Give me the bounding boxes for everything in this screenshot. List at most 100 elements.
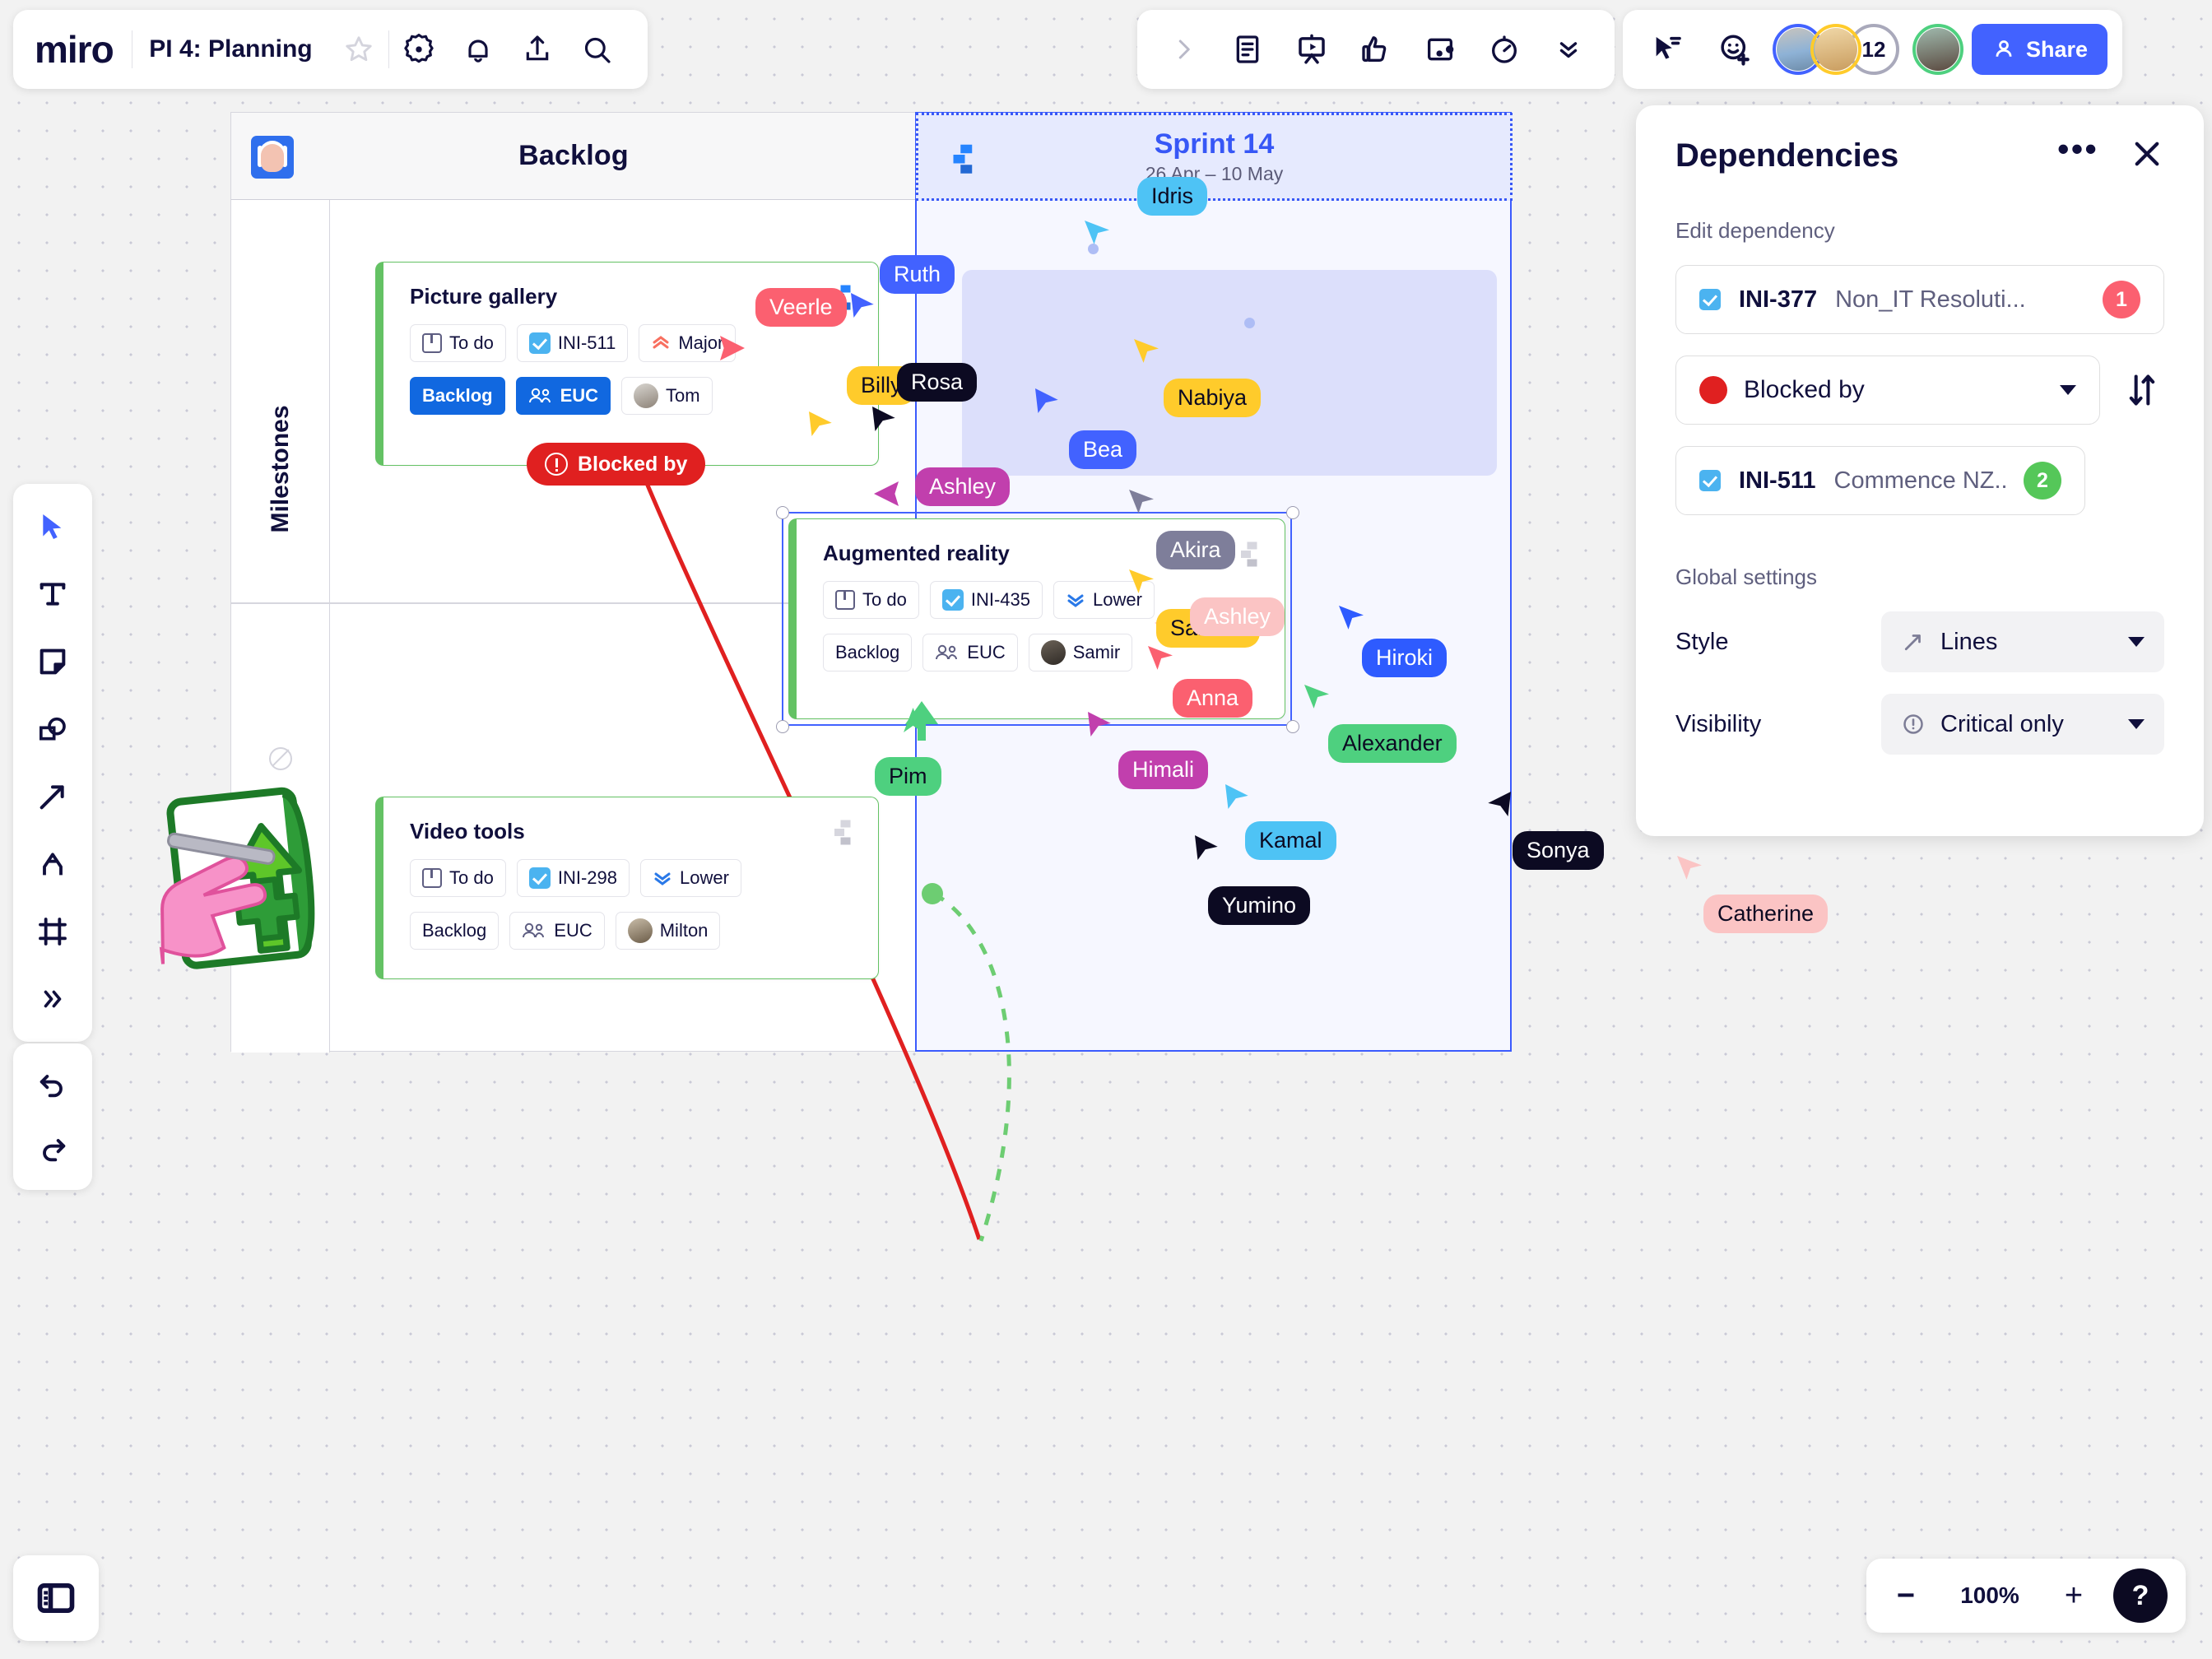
presentation-icon[interactable] bbox=[1282, 20, 1341, 79]
status-chip[interactable]: To do bbox=[410, 859, 506, 897]
more-options-icon[interactable]: ••• bbox=[2057, 132, 2098, 170]
help-button[interactable]: ? bbox=[2113, 1568, 2168, 1623]
cursor-pointer-icon bbox=[874, 481, 899, 506]
text-icon[interactable] bbox=[21, 563, 84, 625]
target-checkbox[interactable] bbox=[1699, 470, 1721, 491]
close-icon[interactable] bbox=[2130, 137, 2164, 175]
sprint-column-header[interactable]: Sprint 14 26 Apr – 10 May bbox=[916, 113, 1513, 201]
selection-handle-bl[interactable] bbox=[776, 720, 789, 733]
board-owner-avatar bbox=[251, 136, 294, 179]
undo-icon[interactable] bbox=[23, 1055, 82, 1114]
collaborator-avatars[interactable]: 12 bbox=[1773, 24, 1899, 75]
notes-icon[interactable] bbox=[1218, 20, 1277, 79]
task-check-icon bbox=[941, 589, 964, 611]
assignee-chip[interactable]: Milton bbox=[615, 912, 721, 950]
blocked-status-dot bbox=[1699, 376, 1727, 404]
backlog-column-header[interactable]: Backlog bbox=[231, 113, 916, 200]
sticky-note-icon[interactable] bbox=[21, 630, 84, 693]
redo-icon[interactable] bbox=[23, 1119, 82, 1178]
column-chip[interactable]: Backlog bbox=[823, 634, 913, 672]
cursor-name-label: Akira bbox=[1156, 531, 1235, 569]
chevrons-down-icon[interactable] bbox=[1539, 20, 1598, 79]
team-label: EUC bbox=[967, 642, 1006, 662]
pen-icon[interactable] bbox=[21, 833, 84, 895]
gear-icon[interactable] bbox=[389, 20, 448, 79]
team-chip[interactable]: EUC bbox=[509, 912, 605, 950]
board-title[interactable]: PI 4: Planning bbox=[132, 35, 328, 63]
zoom-level[interactable]: 100% bbox=[1945, 1582, 2034, 1609]
card-meta-row-1: To do INI-511 Major bbox=[383, 324, 878, 362]
dependencies-panel-header: Dependencies ••• bbox=[1675, 132, 2164, 175]
dependency-source-row[interactable]: INI-377 Non_IT Resoluti... 1 bbox=[1675, 265, 2164, 334]
miro-logo[interactable]: miro bbox=[35, 27, 132, 72]
cursor-name-label: Alexander bbox=[1328, 724, 1457, 763]
selection-handle-br[interactable] bbox=[1286, 720, 1299, 733]
column-chip[interactable]: Backlog bbox=[410, 377, 505, 415]
assignee-chip[interactable]: Tom bbox=[621, 377, 713, 415]
selection-handle-tl[interactable] bbox=[776, 506, 789, 519]
upload-icon[interactable] bbox=[508, 20, 567, 79]
zoom-toolbar: − 100% + ? bbox=[1866, 1559, 2186, 1633]
jira-icon bbox=[827, 817, 857, 854]
dependency-target-row[interactable]: INI-511 Commence NZ... 2 bbox=[1675, 446, 2085, 515]
status-chip[interactable]: To do bbox=[823, 581, 919, 619]
source-checkbox[interactable] bbox=[1699, 289, 1721, 310]
column-chip[interactable]: Backlog bbox=[410, 912, 500, 950]
cursor-name-label: Rosa bbox=[897, 363, 978, 402]
collaborator-cursor: Pim bbox=[875, 757, 941, 796]
cursor-pointer-icon bbox=[1134, 339, 1159, 363]
visibility-select[interactable]: Critical only bbox=[1881, 694, 2164, 755]
team-chip[interactable]: EUC bbox=[922, 634, 1018, 672]
bell-icon[interactable] bbox=[448, 20, 508, 79]
collaborator-cursor: Himali bbox=[1118, 750, 1209, 789]
cursor-name-label: Yumino bbox=[1208, 886, 1311, 925]
style-select[interactable]: Lines bbox=[1881, 611, 2164, 672]
team-label: EUC bbox=[560, 385, 599, 406]
zoom-in-button[interactable]: + bbox=[2052, 1574, 2095, 1617]
collaborator-cursor: Hiroki bbox=[1362, 639, 1448, 677]
zoom-out-button[interactable]: − bbox=[1884, 1574, 1927, 1617]
selection-handle-tr[interactable] bbox=[1286, 506, 1299, 519]
alert-icon bbox=[545, 453, 568, 476]
shapes-icon[interactable] bbox=[21, 698, 84, 760]
cursor-name-label: Hiroki bbox=[1362, 639, 1448, 677]
more-tools-icon[interactable] bbox=[21, 968, 84, 1030]
add-reaction-icon[interactable] bbox=[1705, 20, 1764, 79]
cursor-share-icon[interactable] bbox=[1638, 20, 1697, 79]
status-label: To do bbox=[449, 867, 494, 888]
priority-chip[interactable]: Lower bbox=[639, 859, 741, 897]
dependency-type-select[interactable]: Blocked by bbox=[1675, 356, 2100, 425]
card-icon[interactable] bbox=[1410, 20, 1470, 79]
left-panel-toggle-button[interactable] bbox=[13, 1555, 99, 1641]
issue-key-chip[interactable]: INI-298 bbox=[516, 859, 630, 897]
issue-key-chip[interactable]: INI-435 bbox=[929, 581, 1043, 619]
swap-direction-button[interactable] bbox=[2120, 368, 2164, 412]
share-button[interactable]: Share bbox=[1972, 24, 2108, 75]
status-chip[interactable]: To do bbox=[410, 324, 506, 362]
source-issue-key: INI-377 bbox=[1739, 286, 1818, 313]
assignee-label: Samir bbox=[1072, 642, 1121, 662]
cursor-pointer-icon bbox=[1339, 606, 1364, 630]
zoom-out-label: − bbox=[1896, 1578, 1916, 1613]
cursor-name-label: Ashley bbox=[1190, 597, 1285, 636]
current-user-avatar[interactable] bbox=[1912, 24, 1963, 75]
connector-arrow-icon[interactable] bbox=[21, 765, 84, 828]
search-icon[interactable] bbox=[567, 20, 626, 79]
assignee-chip[interactable]: Samir bbox=[1028, 634, 1133, 672]
cursor-name-label: Idris bbox=[1137, 177, 1208, 216]
star-icon[interactable] bbox=[329, 20, 388, 79]
issue-key-chip[interactable]: INI-511 bbox=[516, 324, 629, 362]
avatar[interactable] bbox=[1810, 24, 1861, 75]
frame-icon[interactable] bbox=[21, 900, 84, 963]
card-video-tools[interactable]: Video tools To do INI-298 Lower Backlog … bbox=[375, 797, 879, 979]
blocked-by-badge[interactable]: Blocked by bbox=[527, 443, 706, 486]
collaborator-cursor: Bea bbox=[1069, 430, 1137, 469]
chevron-right-icon[interactable] bbox=[1154, 20, 1213, 79]
team-chip[interactable]: EUC bbox=[515, 377, 611, 415]
thumbs-up-icon[interactable] bbox=[1346, 20, 1406, 79]
select-cursor-icon[interactable] bbox=[21, 495, 84, 558]
task-check-icon bbox=[528, 332, 551, 354]
target-issue-key: INI-511 bbox=[1739, 467, 1816, 494]
hand-drawing-sticker[interactable] bbox=[130, 778, 336, 984]
timer-icon[interactable] bbox=[1475, 20, 1534, 79]
